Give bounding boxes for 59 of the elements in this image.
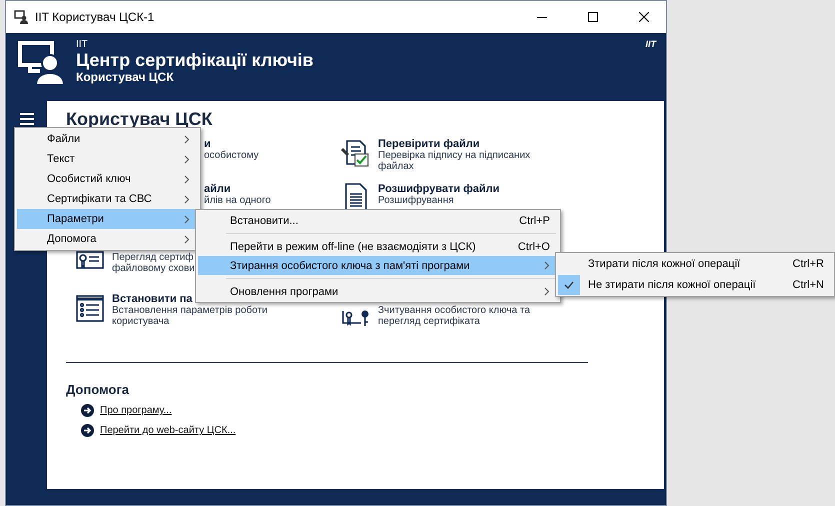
chevron-icon bbox=[184, 134, 190, 144]
chevron-icon bbox=[184, 214, 190, 224]
certificate-key-icon bbox=[341, 309, 371, 327]
menu-item[interactable]: Зтирання особистого ключа з пам'яті програми bbox=[198, 256, 558, 275]
chevron-icon bbox=[184, 194, 190, 204]
task-description: перегляд сертифіката bbox=[378, 316, 480, 327]
chevron-icon bbox=[544, 287, 550, 296]
user-computer-icon bbox=[18, 39, 64, 85]
menu-item[interactable]: Параметри bbox=[17, 209, 198, 229]
check-icon bbox=[564, 281, 574, 289]
help-link[interactable]: Про програму... bbox=[100, 405, 172, 416]
task-description: користувача bbox=[112, 316, 170, 327]
menu-item[interactable]: Допомога bbox=[17, 229, 198, 249]
chevron-icon bbox=[544, 261, 550, 270]
minimize-icon bbox=[537, 16, 547, 18]
task-description: Розшифрування bbox=[378, 195, 454, 206]
help-heading: Допомога bbox=[66, 382, 130, 397]
task-title[interactable]: Встановити па bbox=[112, 293, 192, 305]
app-icon bbox=[14, 10, 28, 24]
arrow-circle-icon bbox=[81, 404, 94, 417]
help-link[interactable]: Перейти до web-сайту ЦСК... bbox=[100, 425, 236, 436]
menu-item[interactable]: Не зтирати після кожної операції Ctrl+N bbox=[558, 275, 832, 295]
app-title: Центр сертифікації ключів bbox=[76, 50, 314, 70]
list-icon bbox=[75, 293, 105, 323]
task-title[interactable]: Розшифрувати файли bbox=[378, 183, 500, 195]
chevron-icon bbox=[184, 234, 190, 244]
menu-item[interactable]: Особистий ключ bbox=[17, 169, 198, 189]
task-description: Перевірка підпису на підписаних bbox=[378, 150, 530, 161]
task-description: файлах bbox=[378, 161, 414, 172]
task-description: файловому схови bbox=[112, 263, 195, 274]
task-title[interactable]: и bbox=[204, 138, 211, 150]
vendor-label: IIT bbox=[76, 39, 89, 50]
maximize-icon bbox=[588, 12, 598, 22]
task-description: Зчитування особистого ключа та bbox=[378, 305, 530, 316]
task-description: особистому bbox=[204, 150, 259, 161]
document-icon bbox=[345, 183, 367, 211]
window-title: IIT Користувач ЦСК-1 bbox=[35, 10, 156, 24]
menu-item[interactable]: Сертифікати та СВС bbox=[17, 189, 198, 209]
arrow-circle-icon bbox=[81, 424, 94, 437]
menu-item[interactable]: Перейти в режим off-line (не взаємодіяти з ЦСК) Ctrl+O bbox=[198, 237, 558, 256]
task-title[interactable]: айли bbox=[204, 183, 231, 195]
menu-icon[interactable] bbox=[20, 113, 34, 125]
certificate-icon bbox=[75, 251, 105, 269]
chevron-icon bbox=[184, 174, 190, 184]
document-check-icon bbox=[341, 138, 371, 168]
task-description: йлів на одного bbox=[204, 195, 271, 206]
app-subtitle: Користувач ЦСК bbox=[76, 70, 175, 84]
close-icon bbox=[639, 12, 649, 22]
menu-item[interactable]: Файли bbox=[17, 129, 198, 149]
menu-item[interactable]: Текст bbox=[17, 149, 198, 169]
menu-item[interactable]: Встановити... Ctrl+P bbox=[198, 211, 558, 230]
page-heading: Користувач ЦСК bbox=[66, 109, 214, 129]
task-description: Встановлення параметрів роботи bbox=[112, 305, 268, 316]
task-title[interactable]: Перевірити файли bbox=[378, 138, 480, 150]
chevron-icon bbox=[184, 154, 190, 164]
brand-label: IIT bbox=[646, 39, 656, 49]
menu-item[interactable]: Оновлення програми bbox=[198, 282, 558, 301]
task-description: Перегляд сертиф bbox=[112, 252, 194, 263]
menu-item[interactable]: Зтирати після кожної операції Ctrl+R bbox=[558, 254, 832, 274]
